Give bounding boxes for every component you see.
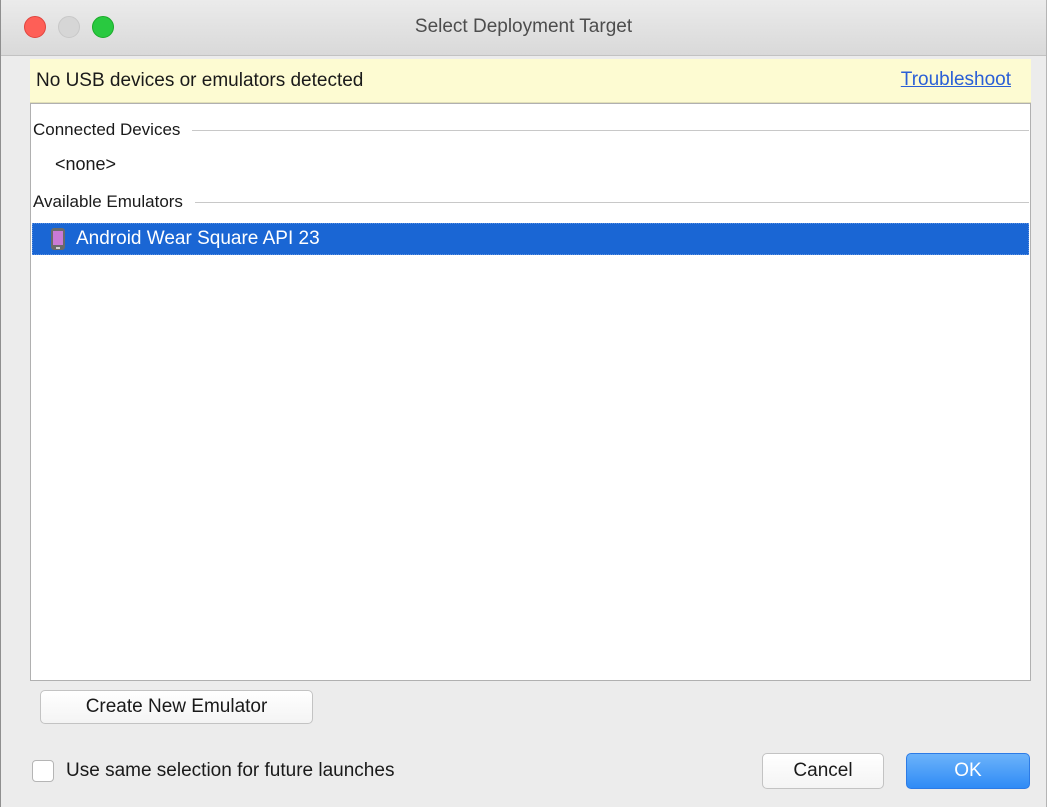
available-emulators-divider [194,201,1029,203]
troubleshoot-link[interactable]: Troubleshoot [901,69,1011,91]
same-selection-checkbox[interactable] [32,760,54,782]
window-title: Select Deployment Target [414,16,633,37]
emulator-label: Android Wear Square API 23 [76,228,320,249]
device-list[interactable]: Connected Devices <none> Available Emula… [30,103,1031,681]
wearable-device-icon [51,228,65,250]
connected-devices-divider [192,129,1029,131]
banner-message: No USB devices or emulators detected [36,70,364,91]
create-new-emulator-button[interactable]: Create New Emulator [40,690,313,724]
connected-devices-label: Connected Devices [33,120,181,139]
emulator-list-item[interactable]: Android Wear Square API 23 [32,223,1029,255]
title-bar[interactable]: Select Deployment Target [1,0,1046,56]
connected-devices-empty: <none> [55,154,117,174]
connected-devices-header: Connected Devices [33,120,1029,140]
deployment-target-dialog: Select Deployment Target No USB devices … [0,0,1047,807]
cancel-button[interactable]: Cancel [762,753,884,789]
available-emulators-header: Available Emulators [33,192,1029,212]
same-selection-label[interactable]: Use same selection for future launches [66,760,394,782]
ok-button[interactable]: OK [906,753,1030,789]
available-emulators-label: Available Emulators [33,192,183,211]
no-devices-banner: No USB devices or emulators detected Tro… [30,59,1031,103]
